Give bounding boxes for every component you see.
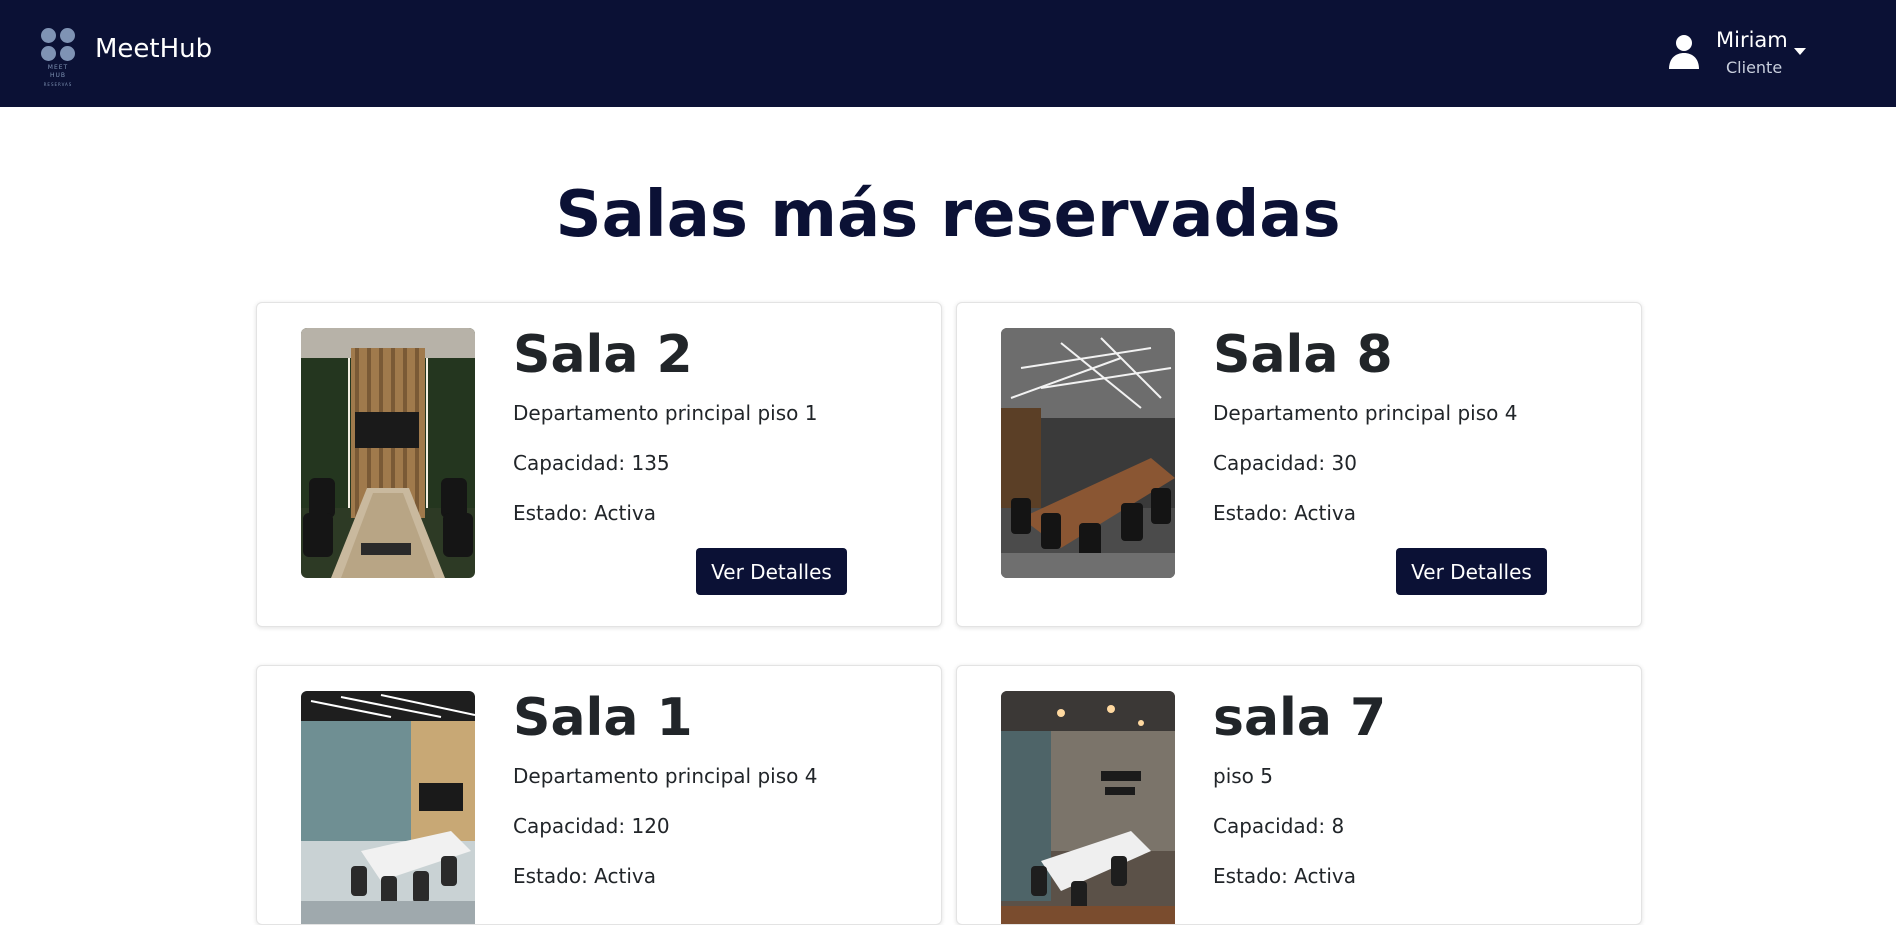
navbar: MEET HUB RESERVAS MeetHub Miriam Cliente	[0, 0, 1896, 107]
room-name: Sala 1	[513, 688, 693, 748]
room-capacity: Capacidad: 120	[513, 814, 670, 838]
room-name: sala 7	[1213, 688, 1387, 748]
room-card: Sala 1 Departamento principal piso 4 Cap…	[256, 665, 942, 925]
room-name: Sala 2	[513, 325, 693, 385]
user-icon	[1669, 35, 1699, 69]
room-card: Sala 2 Departamento principal piso 1 Cap…	[256, 302, 942, 627]
room-capacity: Capacidad: 30	[1213, 451, 1357, 475]
view-details-button[interactable]: Ver Detalles	[1396, 548, 1547, 595]
room-location: piso 5	[1213, 764, 1273, 788]
room-location: Departamento principal piso 1	[513, 401, 818, 425]
user-role: Cliente	[1726, 58, 1783, 77]
room-image	[301, 328, 475, 578]
page-title: Salas más reservadas	[555, 178, 1341, 252]
user-name: Miriam	[1716, 28, 1788, 52]
room-status: Estado: Activa	[1213, 501, 1356, 525]
room-card: sala 7 piso 5 Capacidad: 8 Estado: Activ…	[956, 665, 1642, 925]
room-image	[1001, 691, 1175, 924]
room-status: Estado: Activa	[513, 864, 656, 888]
room-location: Departamento principal piso 4	[513, 764, 818, 788]
room-location: Departamento principal piso 4	[1213, 401, 1518, 425]
room-capacity: Capacidad: 8	[1213, 814, 1345, 838]
room-status: Estado: Activa	[513, 501, 656, 525]
caret-down-icon[interactable]	[1794, 48, 1806, 55]
user-menu[interactable]: Miriam Cliente	[1664, 26, 1806, 80]
room-image	[1001, 328, 1175, 578]
room-capacity: Capacidad: 135	[513, 451, 670, 475]
room-status: Estado: Activa	[1213, 864, 1356, 888]
view-details-button[interactable]: Ver Detalles	[696, 548, 847, 595]
brand-name[interactable]: MeetHub	[95, 34, 212, 64]
room-card: Sala 8 Departamento principal piso 4 Cap…	[956, 302, 1642, 627]
room-image	[301, 691, 475, 924]
room-name: Sala 8	[1213, 325, 1393, 385]
meethub-logo[interactable]: MEET HUB RESERVAS	[40, 26, 76, 88]
